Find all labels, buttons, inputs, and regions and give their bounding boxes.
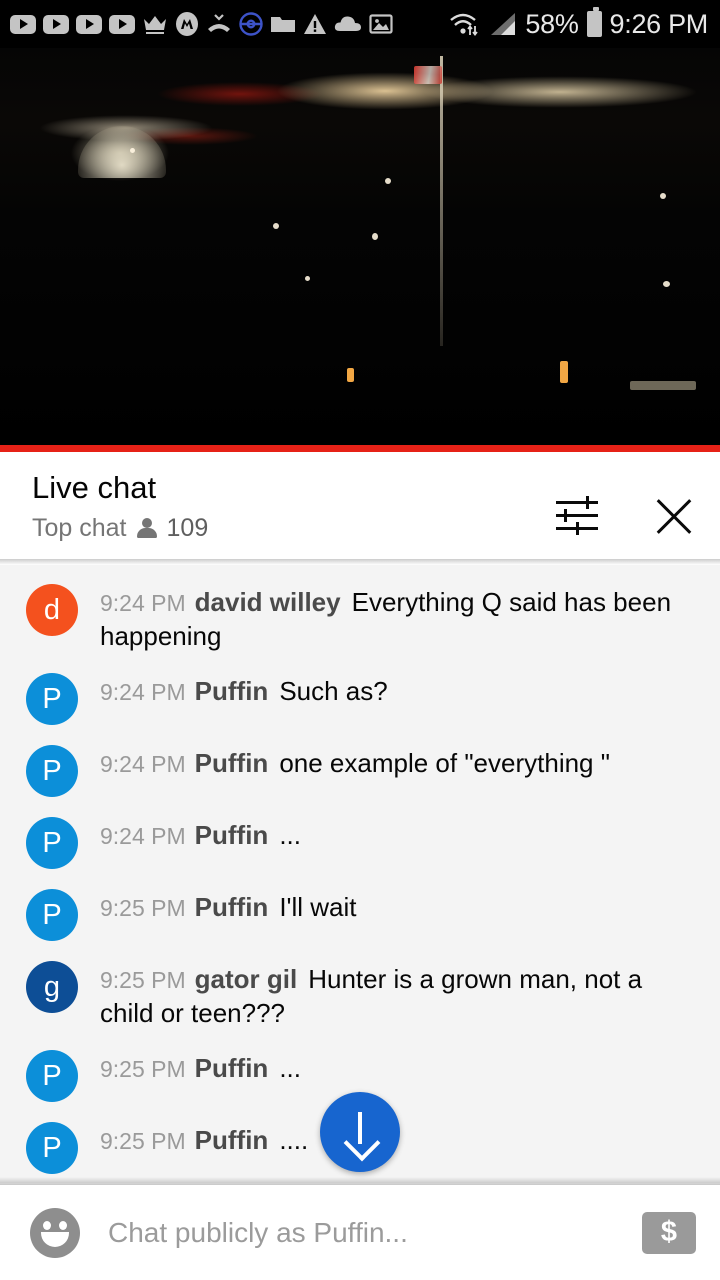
live-chat-titles: Live chat Top chat 109 [32, 468, 556, 543]
message-timestamp: 9:25 PM [100, 1128, 186, 1154]
message-author[interactable]: Puffin [195, 1125, 269, 1155]
message-timestamp: 9:25 PM [100, 1056, 186, 1082]
message-author[interactable]: Puffin [195, 1053, 269, 1083]
chat-message-body: 9:25 PM Puffin... [100, 1048, 702, 1086]
message-author[interactable]: gator gil [195, 964, 298, 994]
message-text: I'll wait [279, 892, 357, 922]
chat-message[interactable]: P 9:24 PM Puffin one example of "everything… [0, 734, 720, 806]
video-player[interactable] [0, 48, 720, 452]
photo-icon [369, 13, 393, 35]
message-author[interactable]: Puffin [195, 748, 269, 778]
person-icon [136, 517, 157, 540]
message-timestamp: 9:24 PM [100, 590, 186, 616]
avatar[interactable]: P [26, 745, 78, 797]
youtube-live-chat-screen: 58% 9:26 PM Live chat Top chat 109 d 9:2… [0, 0, 720, 1280]
chat-mode-label[interactable]: Top chat [32, 514, 127, 543]
tune-icon[interactable] [556, 496, 598, 536]
message-author[interactable]: Puffin [195, 820, 269, 850]
youtube-icon [43, 14, 69, 34]
city-light [273, 223, 279, 229]
live-chat-actions [556, 468, 696, 538]
missed-call-icon [206, 13, 232, 35]
viewer-count: 109 [166, 514, 209, 542]
chat-message-body: 9:25 PM Puffin.... [100, 1120, 702, 1158]
avatar[interactable]: d [26, 584, 78, 636]
city-light [372, 233, 378, 240]
video-frame [0, 48, 720, 452]
window-light [347, 368, 354, 382]
arrow-down-icon [346, 1112, 374, 1152]
chat-message[interactable]: P 9:24 PM Puffin... [0, 806, 720, 878]
crown-icon [142, 13, 168, 35]
message-timestamp: 9:25 PM [100, 895, 186, 921]
youtube-icon [76, 14, 102, 34]
building-light [630, 381, 696, 390]
avatar[interactable]: P [26, 817, 78, 869]
city-light [660, 193, 666, 199]
message-text: Such as? [279, 676, 388, 706]
message-timestamp: 9:24 PM [100, 823, 186, 849]
message-author[interactable]: david willey [195, 587, 341, 617]
chat-message-body: 9:24 PM Puffin one example of "everything … [100, 743, 702, 781]
message-text: one example of "everything " [279, 748, 610, 778]
city-light [663, 281, 670, 287]
message-text: .... [279, 1125, 309, 1155]
flag-pole [440, 56, 443, 346]
status-bar-notifications [10, 12, 449, 36]
pokeball-icon [239, 12, 263, 36]
chat-input[interactable] [108, 1216, 642, 1249]
cloud-icon [334, 14, 362, 34]
chat-message-body: 9:24 PM Puffin Such as? [100, 671, 702, 709]
dollar-icon[interactable]: $ [642, 1211, 696, 1254]
chat-message-list[interactable]: d 9:24 PM david willey Everything Q said ha… [0, 565, 720, 1183]
youtube-icon [109, 14, 135, 34]
chat-input-bar: $ [0, 1185, 720, 1280]
message-text: ... [279, 1053, 301, 1083]
chat-message[interactable]: P 9:24 PM Puffin Such as? [0, 662, 720, 734]
avatar[interactable]: P [26, 1050, 78, 1102]
window-light [560, 361, 568, 383]
scroll-to-bottom-button[interactable] [320, 1092, 400, 1172]
youtube-icon [10, 14, 36, 34]
city-light [130, 148, 135, 153]
city-light [305, 276, 310, 281]
chat-message-body: 9:25 PM gator gil Hunter is a grown man, n… [100, 959, 702, 1030]
message-author[interactable]: Puffin [195, 676, 269, 706]
video-progress-bar[interactable] [0, 445, 720, 452]
chat-message[interactable]: P 9:25 PM Puffin I'll wait [0, 878, 720, 950]
avatar[interactable]: P [26, 1122, 78, 1174]
list-bottom-divider [0, 1177, 720, 1185]
message-timestamp: 9:24 PM [100, 679, 186, 705]
chat-message-body: 9:24 PM david willey Everything Q said has… [100, 582, 702, 653]
battery-percent: 58% [525, 8, 579, 39]
live-chat-header: Live chat Top chat 109 [0, 452, 720, 559]
wifi-icon [449, 11, 481, 37]
message-timestamp: 9:24 PM [100, 751, 186, 777]
status-bar-system: 58% 9:26 PM [449, 7, 709, 40]
status-bar-clock: 9:26 PM [609, 8, 709, 39]
message-timestamp: 9:25 PM [100, 967, 186, 993]
city-light [385, 178, 391, 184]
close-icon[interactable] [652, 494, 696, 538]
warning-icon [303, 13, 327, 35]
chat-message[interactable]: d 9:24 PM david willey Everything Q said ha… [0, 573, 720, 662]
flag [414, 66, 442, 84]
battery-icon [586, 7, 602, 37]
folder-icon [270, 13, 296, 35]
status-bar: 58% 9:26 PM [0, 0, 720, 48]
signal-icon [489, 11, 517, 37]
chat-message[interactable]: g 9:25 PM gator gil Hunter is a grown man, … [0, 950, 720, 1039]
avatar[interactable]: P [26, 673, 78, 725]
avatar[interactable]: P [26, 889, 78, 941]
live-chat-subheader: Top chat 109 [32, 514, 556, 543]
emoji-icon[interactable] [30, 1207, 80, 1258]
message-author[interactable]: Puffin [195, 892, 269, 922]
message-text: ... [279, 820, 301, 850]
messenger-icon [175, 12, 199, 36]
avatar[interactable]: g [26, 961, 78, 1013]
chat-message-body: 9:24 PM Puffin... [100, 815, 702, 853]
chat-message-body: 9:25 PM Puffin I'll wait [100, 887, 702, 925]
page-title: Live chat [32, 470, 157, 505]
